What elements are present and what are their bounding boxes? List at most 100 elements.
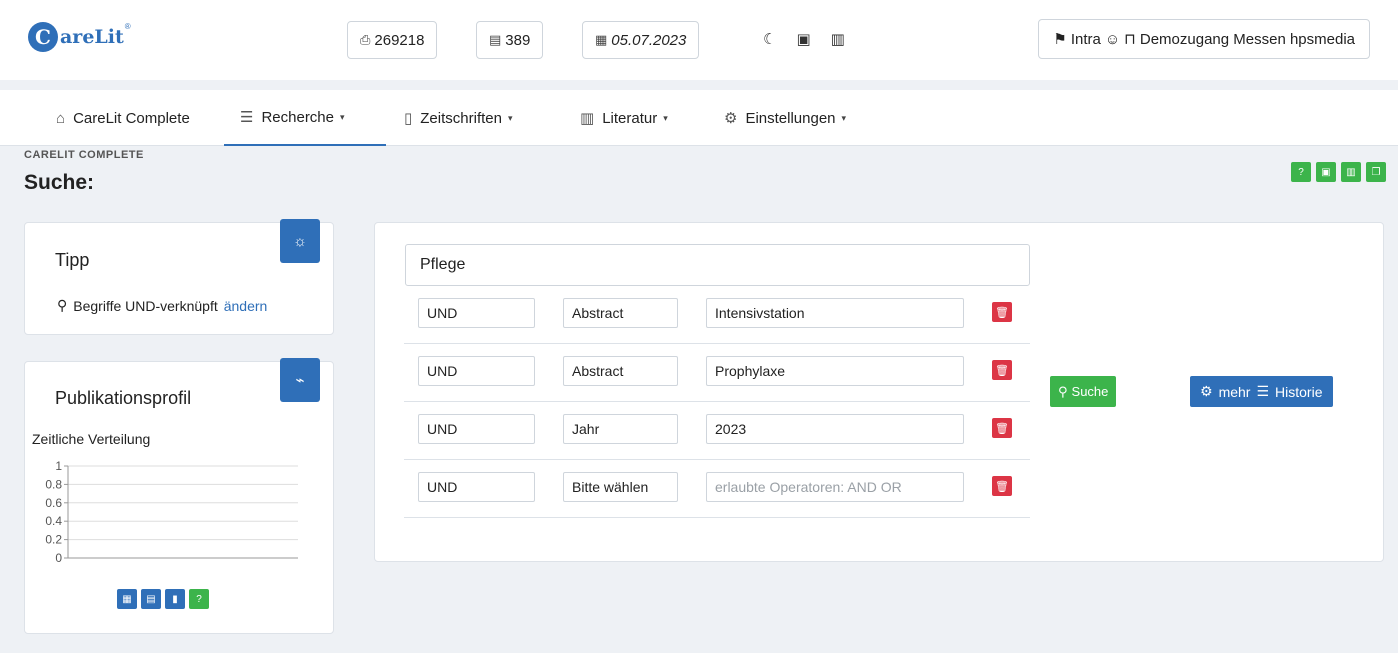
operator-select[interactable]: UND bbox=[418, 472, 535, 502]
user-box[interactable]: ⚑ Intra ☺ ⊓ Demozugang Messen hpsmedia bbox=[1038, 19, 1370, 59]
tipp-line: ⚲ Begriffe UND-verknüpft ändern bbox=[57, 297, 267, 314]
top-header: C areLit ® ⎙ 269218 ▤ 389 ▦ 05.07.2023 ☾… bbox=[0, 0, 1398, 80]
breadcrumb: CARELIT COMPLETE bbox=[24, 149, 144, 161]
search-button[interactable]: ⚲ Suche bbox=[1050, 376, 1117, 407]
clipboard-icon[interactable]: ▣ bbox=[1316, 162, 1336, 182]
bar-chart-icon[interactable]: ▮ bbox=[165, 589, 185, 609]
gear-icon: ⚙ bbox=[724, 110, 738, 127]
books-icon[interactable]: ▥ bbox=[1341, 162, 1361, 182]
chevron-down-icon: ▾ bbox=[340, 111, 345, 122]
page-action-buttons: ? ▣ ▥ ❐ bbox=[1291, 162, 1386, 182]
term-input[interactable]: Intensivstation bbox=[706, 298, 964, 328]
unlock-icon: ⊓ bbox=[1124, 31, 1136, 48]
field-select[interactable]: Bitte wählen bbox=[563, 472, 678, 502]
operator-select[interactable]: UND bbox=[418, 356, 535, 386]
search-row: UND Bitte wählen erlaubte Operatoren: AN… bbox=[404, 460, 1030, 518]
more-history-button[interactable]: ⚙ mehr ☰ Historie bbox=[1190, 376, 1333, 407]
profil-title: Publikationsprofil bbox=[55, 388, 192, 408]
logo-text: areLit bbox=[60, 26, 124, 48]
search-icon: ⚲ bbox=[1058, 383, 1068, 399]
nav-literatur-label: Literatur bbox=[602, 109, 658, 127]
field-select[interactable]: Jahr bbox=[563, 414, 678, 444]
operator-select[interactable]: UND bbox=[418, 414, 535, 444]
chart-view-buttons: ▦ ▤ ▮ ? bbox=[117, 589, 209, 609]
chart-tick-label: 1 bbox=[55, 459, 62, 473]
trash-icon[interactable]: 🗑 bbox=[992, 476, 1012, 496]
chevron-down-icon: ▾ bbox=[841, 112, 847, 123]
carelit-logo[interactable]: C areLit ® bbox=[28, 22, 131, 52]
user-prefix: Intra bbox=[1070, 30, 1101, 48]
operator-select[interactable]: UND bbox=[418, 298, 535, 328]
chevron-down-icon: ▾ bbox=[663, 112, 668, 123]
user-icon: ☺ bbox=[1104, 30, 1121, 48]
tipp-card: ☼ Tipp ⚲ Begriffe UND-verknüpft ändern bbox=[24, 219, 334, 335]
tipp-text: Begriffe UND-verknüpft bbox=[73, 297, 218, 314]
main-search-input[interactable] bbox=[405, 244, 1030, 286]
update-date: 05.07.2023 bbox=[611, 31, 687, 49]
tipp-change-link[interactable]: ändern bbox=[224, 298, 268, 314]
chart-tick-label: 0.8 bbox=[45, 477, 62, 491]
search-row: UND Abstract Prophylaxe 🗑 bbox=[404, 344, 1030, 402]
search-list-icon: ☰ bbox=[240, 109, 254, 126]
search-row: UND Abstract Intensivstation 🗑 bbox=[404, 286, 1030, 344]
help-icon[interactable]: ? bbox=[189, 589, 209, 609]
journal-icon: ▯ bbox=[404, 110, 413, 127]
logo-registered-mark: ® bbox=[124, 22, 131, 31]
list-view-icon[interactable]: ▤ bbox=[141, 589, 161, 609]
term-input[interactable]: Prophylaxe bbox=[706, 356, 964, 386]
calendar-icon: ▦ bbox=[595, 32, 608, 47]
nav-zeitschriften-label: Zeitschriften bbox=[420, 109, 502, 127]
home-icon: ⌂ bbox=[56, 109, 66, 127]
field-select[interactable]: Abstract bbox=[563, 298, 678, 328]
field-select[interactable]: Abstract bbox=[563, 356, 678, 386]
search-row: UND Jahr 2023 🗑 bbox=[404, 402, 1030, 460]
help-icon[interactable]: ? bbox=[1291, 162, 1311, 182]
articles-count: 269218 bbox=[374, 31, 425, 49]
table-view-icon[interactable]: ▦ bbox=[117, 589, 137, 609]
books-icon: ▥ bbox=[580, 110, 595, 127]
mehr-label: mehr bbox=[1218, 383, 1251, 400]
header-icon-group: ☾ ▣ ▥ bbox=[763, 30, 845, 48]
profile-chart-icon: ⌁ bbox=[280, 358, 320, 402]
search-button-label: Suche bbox=[1071, 384, 1109, 399]
copy-icon[interactable]: ❐ bbox=[1366, 162, 1386, 182]
nav-recherche[interactable]: ☰ Recherche ▾ bbox=[224, 90, 386, 146]
intra-icon: ⚑ bbox=[1053, 31, 1067, 48]
newspaper-icon: ▤ bbox=[489, 32, 502, 47]
filter-icon: ⚲ bbox=[57, 297, 68, 313]
chart-label: Zeitliche Verteilung bbox=[32, 431, 151, 447]
main-nav: ⌂ CareLit Complete ☰ Recherche ▾ ▯ Zeits… bbox=[0, 90, 1398, 146]
term-input[interactable]: 2023 bbox=[706, 414, 964, 444]
lightbulb-icon: ☼ bbox=[280, 219, 320, 263]
tipp-title: Tipp bbox=[55, 250, 90, 270]
trash-icon[interactable]: 🗑 bbox=[992, 360, 1012, 380]
articles-count-chip[interactable]: ⎙ 269218 bbox=[347, 21, 438, 59]
logo-badge: C bbox=[28, 22, 58, 52]
nav-literatur[interactable]: ▥ Literatur ▾ bbox=[580, 90, 668, 146]
nav-zeitschriften[interactable]: ▯ Zeitschriften ▾ bbox=[404, 90, 513, 146]
journals-count-chip[interactable]: ▤ 389 bbox=[476, 21, 544, 59]
user-name: Demozugang Messen hpsmedia bbox=[1139, 30, 1355, 48]
dark-mode-icon[interactable]: ☾ bbox=[763, 30, 776, 48]
trash-icon[interactable]: 🗑 bbox=[992, 418, 1012, 438]
term-input[interactable]: erlaubte Operatoren: AND OR bbox=[706, 472, 964, 502]
gear-icon: ⚙ bbox=[1200, 383, 1213, 399]
chart-tick-label: 0.6 bbox=[45, 496, 62, 510]
pdf-icon: ⎙ bbox=[360, 32, 371, 47]
nav-home-label: CareLit Complete bbox=[73, 109, 190, 127]
update-date-chip[interactable]: ▦ 05.07.2023 bbox=[582, 21, 700, 59]
chart-tick-label: 0.4 bbox=[45, 514, 62, 528]
notes-icon[interactable]: ▣ bbox=[796, 30, 810, 48]
chevron-down-icon: ▾ bbox=[507, 112, 513, 123]
trash-icon[interactable]: 🗑 bbox=[992, 302, 1012, 322]
history-icon: ☰ bbox=[1256, 383, 1270, 399]
timeline-chart: 1 0.8 0.6 0.4 0.2 0 bbox=[45, 459, 298, 565]
nav-home[interactable]: ⌂ CareLit Complete bbox=[56, 90, 190, 146]
nav-einstellungen[interactable]: ⚙ Einstellungen ▾ bbox=[724, 90, 846, 146]
nav-recherche-label: Recherche bbox=[261, 108, 334, 126]
page-title: Suche: bbox=[24, 171, 95, 194]
historie-label: Historie bbox=[1275, 383, 1323, 400]
chart-tick-label: 0 bbox=[55, 551, 62, 565]
info-card-icon[interactable]: ▥ bbox=[831, 30, 845, 48]
nav-einstellungen-label: Einstellungen bbox=[745, 109, 836, 127]
